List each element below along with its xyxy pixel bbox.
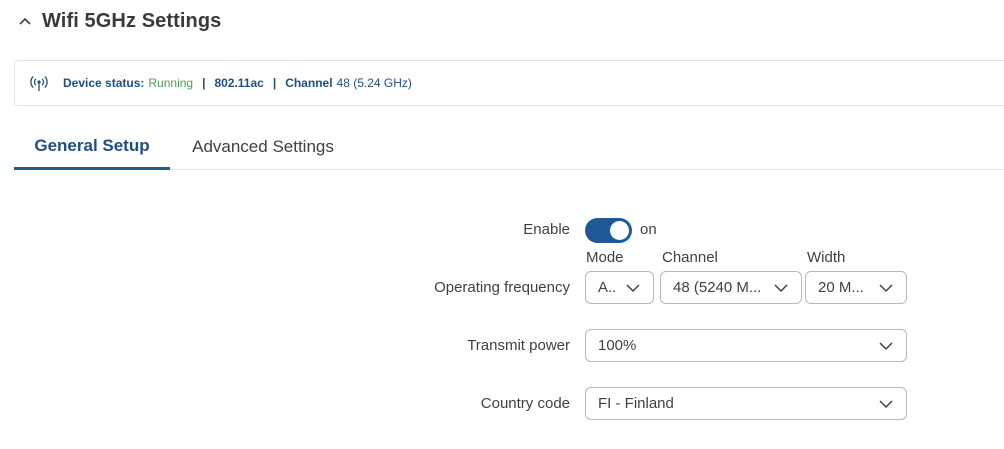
width-select[interactable]: 20 M... — [805, 271, 907, 304]
operating-frequency-label: Operating frequency — [434, 279, 570, 296]
mode-select-value: A.. — [598, 279, 617, 296]
chevron-down-icon — [879, 400, 893, 409]
enable-state-text: on — [640, 221, 657, 238]
device-status-label: Device status: — [63, 76, 145, 90]
chevron-down-icon — [774, 284, 788, 293]
tab-general-setup[interactable]: General Setup — [14, 124, 170, 170]
width-label: Width — [807, 249, 846, 266]
channel-select[interactable]: 48 (5240 M... — [660, 271, 802, 304]
channel-status-label: Channel — [285, 76, 333, 90]
toggle-knob — [610, 221, 629, 240]
tab-advanced-settings[interactable]: Advanced Settings — [170, 124, 356, 170]
country-code-select[interactable]: FI - Finland — [585, 387, 907, 420]
wifi-standard: 802.11ac — [214, 76, 264, 90]
transmit-power-select[interactable]: 100% — [585, 329, 907, 362]
status-separator: | — [202, 76, 206, 90]
section-header: Wifi 5GHz Settings — [18, 10, 221, 33]
width-select-value: 20 M... — [818, 279, 864, 296]
settings-tabs: General Setup Advanced Settings — [14, 124, 1004, 170]
chevron-up-icon[interactable] — [18, 15, 32, 29]
chevron-down-icon — [879, 284, 893, 293]
device-status-value: Running — [148, 76, 194, 90]
country-code-label: Country code — [480, 395, 570, 412]
transmit-power-value: 100% — [598, 337, 637, 354]
channel-status-value: 48 (5.24 GHz) — [336, 76, 412, 90]
status-separator: | — [272, 76, 277, 90]
channel-select-value: 48 (5240 M... — [673, 279, 762, 296]
channel-label: Channel — [662, 249, 718, 266]
mode-label: Mode — [586, 249, 624, 266]
wifi-signal-icon — [29, 74, 49, 92]
chevron-down-icon — [879, 342, 893, 351]
device-status-bar: Device status: Running | 802.11ac | Chan… — [14, 60, 1004, 106]
page-title: Wifi 5GHz Settings — [42, 10, 222, 32]
enable-label: Enable — [523, 221, 570, 238]
chevron-down-icon — [626, 284, 640, 293]
mode-select[interactable]: A.. — [585, 271, 654, 304]
country-code-value: FI - Finland — [598, 395, 674, 412]
enable-toggle[interactable] — [585, 218, 632, 243]
transmit-power-label: Transmit power — [467, 337, 570, 354]
